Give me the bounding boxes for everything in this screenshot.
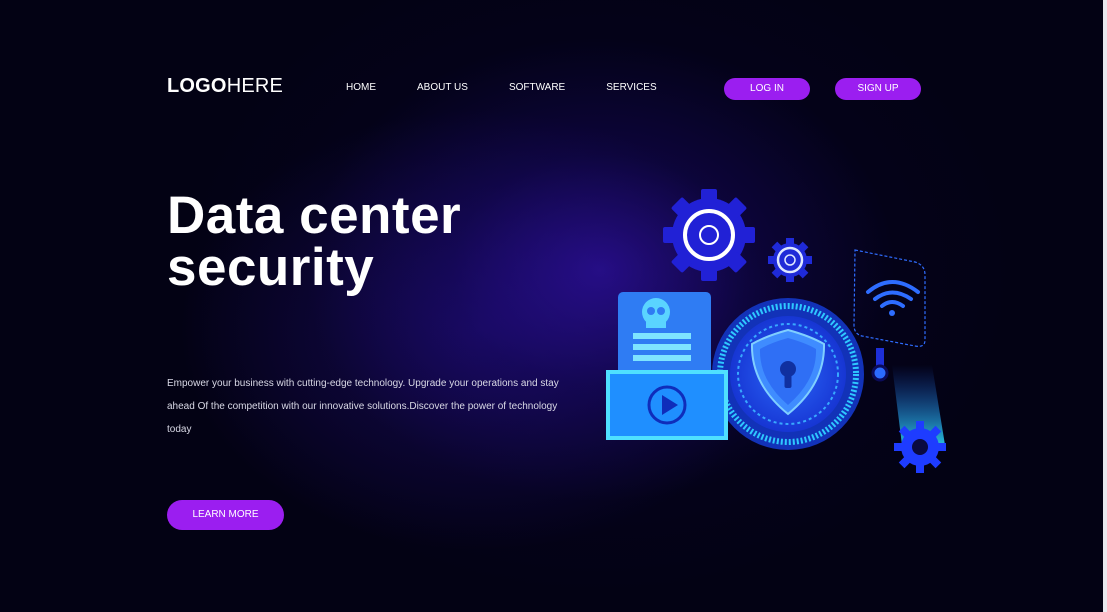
- node: [871, 364, 889, 382]
- security-illustration: [606, 189, 946, 473]
- hero-title: Data center security: [167, 186, 462, 297]
- logo-thin-text: HERE: [226, 75, 284, 97]
- video-play-icon: [606, 370, 728, 440]
- signup-button[interactable]: SIGN UP: [835, 78, 921, 100]
- main-nav: HOME ABOUT US SOFTWARE SERVICES: [346, 82, 657, 93]
- gear-icon: [894, 421, 946, 473]
- window-edge: [1103, 0, 1107, 612]
- gear-icon: [663, 189, 755, 281]
- gear-icon: [768, 238, 812, 282]
- learn-more-button[interactable]: LEARN MORE: [167, 500, 284, 530]
- landing-page: LOGOHERE HOME ABOUT US SOFTWARE SERVICES…: [0, 0, 1107, 612]
- hero-description: Empower your business with cutting-edge …: [167, 378, 559, 435]
- nav-item-about-us[interactable]: ABOUT US: [417, 82, 468, 93]
- nav-item-software[interactable]: SOFTWARE: [509, 82, 565, 93]
- shield-lock-icon: [712, 298, 864, 450]
- logo-bold-text: LOGO: [167, 75, 227, 97]
- nav-item-services[interactable]: SERVICES: [606, 82, 656, 93]
- wifi-icon: [853, 249, 926, 347]
- hero-title-line-1: Data center: [167, 186, 462, 245]
- login-button[interactable]: LOG IN: [724, 78, 810, 100]
- nav-item-home[interactable]: HOME: [346, 82, 376, 93]
- hero-title-line-2: security: [167, 238, 375, 297]
- logo[interactable]: LOGOHERE: [167, 75, 283, 98]
